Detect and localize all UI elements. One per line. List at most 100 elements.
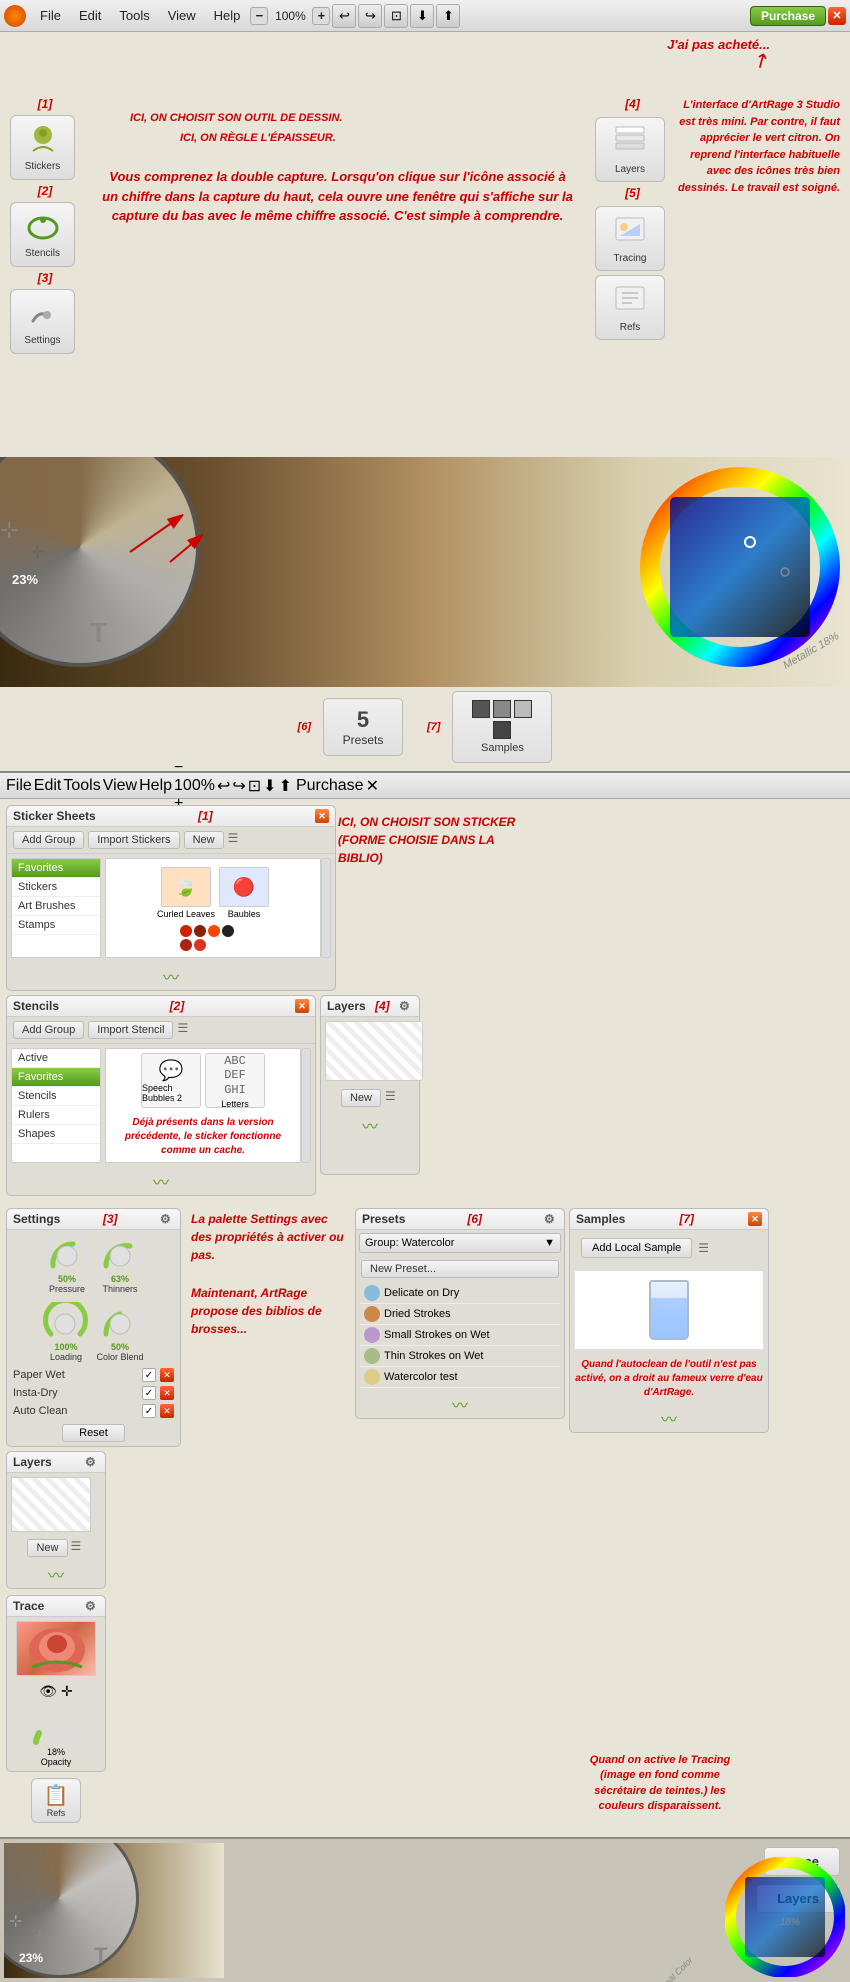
mini-text-tool[interactable]: T <box>94 1943 107 1969</box>
menu-tools-2[interactable]: Tools <box>63 777 100 795</box>
close-btn[interactable]: ✕ <box>828 7 846 25</box>
menu-edit-2[interactable]: Edit <box>34 777 62 795</box>
menu-file[interactable]: File <box>32 6 69 25</box>
menu-help-2[interactable]: Help <box>139 777 172 795</box>
layers-new-btn[interactable]: New <box>341 1089 381 1107</box>
refs-small-btn[interactable]: 📋 Refs <box>31 1778 81 1823</box>
trace-visibility-icon[interactable]: 👁 <box>39 1683 57 1700</box>
stencils-favorites[interactable]: Favorites <box>12 1068 100 1087</box>
sticker-stamps[interactable]: Stamps <box>12 916 100 935</box>
main-canvas[interactable]: ⊹ ✛ 23% T <box>0 457 850 687</box>
crop-btn-2[interactable]: ⊡ <box>248 776 261 796</box>
layers-gear-icon[interactable]: ⚙ <box>399 999 413 1013</box>
resize-btn[interactable]: ⬆ <box>436 4 460 28</box>
menu-view-2[interactable]: View <box>103 777 137 795</box>
add-local-sample-btn[interactable]: Add Local Sample <box>581 1238 692 1258</box>
close-btn-2[interactable]: ✕ <box>366 776 379 796</box>
color-wheel[interactable] <box>640 467 840 667</box>
mini-color-wheel[interactable]: 18% <box>725 1857 845 1977</box>
sticker-stickers[interactable]: Stickers <box>12 878 100 897</box>
new-preset-btn[interactable]: New Preset... <box>361 1260 559 1278</box>
stencils-stencils[interactable]: Stencils <box>12 1087 100 1106</box>
layers-small-gear[interactable]: ⚙ <box>85 1455 99 1469</box>
zoom-out-btn[interactable]: − <box>250 7 268 25</box>
preset-delicate[interactable]: Delicate on Dry <box>360 1283 560 1304</box>
presets-box[interactable]: 5 Presets <box>323 698 403 756</box>
layers-small-options[interactable]: ☰ <box>71 1539 85 1553</box>
zoom-out-btn-2[interactable]: − <box>174 759 215 777</box>
sticker-baubles[interactable]: 🔴 Baubles <box>219 867 269 919</box>
mini-move-icon[interactable]: ✛ <box>34 1928 46 1945</box>
samples-options-icon[interactable]: ☰ <box>698 1241 712 1255</box>
stencils-close-btn[interactable]: ✕ <box>295 999 309 1013</box>
stencils-scrollbar[interactable] <box>301 1048 311 1163</box>
paper-wet-check[interactable]: ✓ <box>142 1368 156 1382</box>
mini-canvas-area[interactable]: ⊹ ✛ 23% T <box>4 1843 224 1978</box>
sticker-import-btn[interactable]: Import Stickers <box>88 831 179 849</box>
sticker-add-group-btn[interactable]: Add Group <box>13 831 84 849</box>
presets-gear-icon[interactable]: ⚙ <box>544 1212 558 1226</box>
sticker-gear-icon[interactable]: ☰ <box>228 831 242 845</box>
sticker-scrollbar[interactable] <box>321 858 331 958</box>
menu-help[interactable]: Help <box>206 6 249 25</box>
sticker-close-btn[interactable]: ✕ <box>315 809 329 823</box>
thinners-knob-visual[interactable] <box>98 1234 143 1274</box>
tracing-btn[interactable]: Tracing <box>595 206 665 271</box>
stencils-rulers[interactable]: Rulers <box>12 1106 100 1125</box>
settings-reset-btn[interactable]: Reset <box>62 1424 125 1442</box>
sticker-favorites[interactable]: Favorites <box>12 859 100 878</box>
layers-btn[interactable]: Layers <box>595 117 665 182</box>
layers-options-icon[interactable]: ☰ <box>385 1089 399 1103</box>
insta-dry-x[interactable]: ✕ <box>160 1386 174 1400</box>
stencils-gear-icon[interactable]: ☰ <box>177 1021 191 1035</box>
menu-edit[interactable]: Edit <box>71 6 109 25</box>
colorblend-knob-visual[interactable] <box>98 1302 143 1342</box>
letters-thumb[interactable]: ABCDEFGHI Letters <box>205 1053 265 1108</box>
pressure-knob-visual[interactable] <box>45 1234 90 1274</box>
sticker-new-btn[interactable]: New <box>184 831 224 849</box>
stencils-add-group[interactable]: Add Group <box>13 1021 84 1039</box>
move-tool-icon[interactable]: ✛ <box>30 542 45 563</box>
save-btn-2[interactable]: ⬇ <box>263 776 276 796</box>
purchase-btn[interactable]: Purchase <box>750 6 826 26</box>
select-tool-icon[interactable]: ⊹ <box>0 517 18 543</box>
undo-btn-2[interactable]: ↩ <box>217 776 230 796</box>
crop-btn[interactable]: ⊡ <box>384 4 408 28</box>
purchase-btn-2[interactable]: Purchase <box>296 777 364 795</box>
preset-small-wet[interactable]: Small Strokes on Wet <box>360 1325 560 1346</box>
speech-bubbles-thumb[interactable]: 💬 Speech Bubbles 2 <box>141 1053 201 1108</box>
sticker-curled-leaves[interactable]: 🍃 Curled Leaves <box>157 867 215 919</box>
redo-btn[interactable]: ↪ <box>358 4 382 28</box>
sticker-artbrushes[interactable]: Art Brushes <box>12 897 100 916</box>
menu-view[interactable]: View <box>160 6 204 25</box>
samples-box[interactable]: Samples <box>452 691 552 763</box>
menu-file-2[interactable]: File <box>6 777 32 795</box>
menu-tools[interactable]: Tools <box>111 6 157 25</box>
zoom-in-btn[interactable]: + <box>312 7 330 25</box>
preset-thin-wet[interactable]: Thin Strokes on Wet <box>360 1346 560 1367</box>
redo-btn-2[interactable]: ↪ <box>232 776 245 796</box>
refs-btn[interactable]: Refs <box>595 275 665 340</box>
trace-gear-icon[interactable]: ⚙ <box>85 1599 99 1613</box>
save-btn[interactable]: ⬇ <box>410 4 434 28</box>
stencils-active[interactable]: Active <box>12 1049 100 1068</box>
preset-dried[interactable]: Dried Strokes <box>360 1304 560 1325</box>
preset-test[interactable]: Watercolor test <box>360 1367 560 1388</box>
stencils-import[interactable]: Import Stencil <box>88 1021 173 1039</box>
stickers-btn[interactable]: Stickers <box>10 115 75 180</box>
presets-group-selector[interactable]: Group: Watercolor ▼ <box>359 1233 561 1253</box>
resize-btn-2[interactable]: ⬆ <box>279 776 292 796</box>
paper-wet-x[interactable]: ✕ <box>160 1368 174 1382</box>
stencils-btn[interactable]: Stencils <box>10 202 75 267</box>
settings-btn[interactable]: Settings <box>10 289 75 354</box>
samples-close-btn[interactable]: ✕ <box>748 1212 762 1226</box>
mini-select-icon[interactable]: ⊹ <box>9 1911 22 1931</box>
settings-gear-icon[interactable]: ⚙ <box>160 1212 174 1226</box>
layers-small-new[interactable]: New <box>27 1539 67 1557</box>
auto-clean-x[interactable]: ✕ <box>160 1404 174 1418</box>
insta-dry-check[interactable]: ✓ <box>142 1386 156 1400</box>
text-tool[interactable]: T <box>90 617 107 649</box>
auto-clean-check[interactable]: ✓ <box>142 1404 156 1418</box>
undo-btn[interactable]: ↩ <box>332 4 356 28</box>
trace-move-icon[interactable]: ✛ <box>61 1683 73 1700</box>
